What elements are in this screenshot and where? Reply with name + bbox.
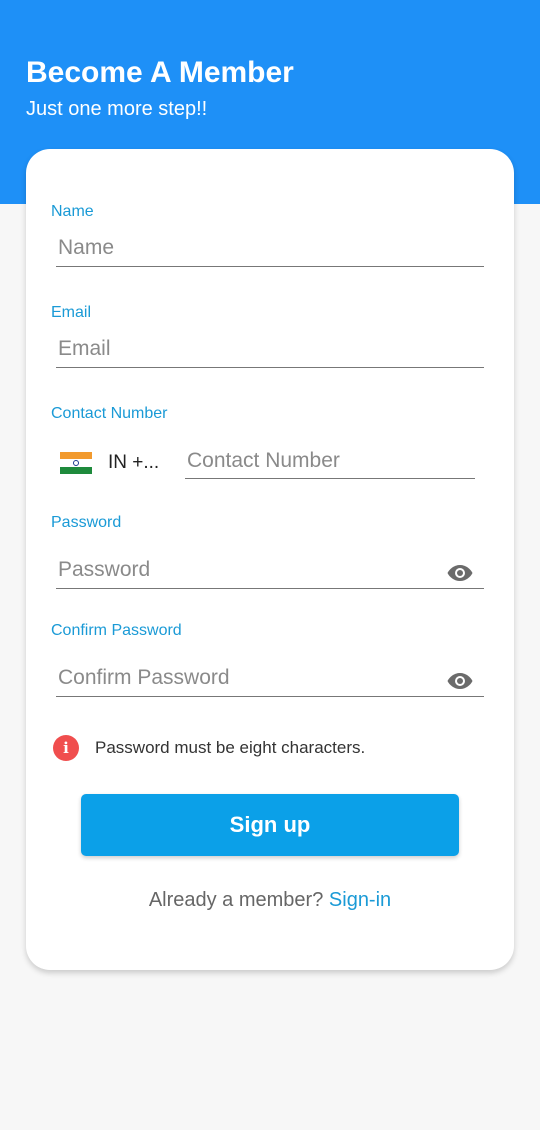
page-title: Become A Member [26,56,294,89]
signin-link[interactable]: Sign-in [329,889,391,911]
country-code-label: IN +... [108,452,160,473]
india-flag-icon [60,452,92,474]
name-label: Name [51,203,94,220]
signup-button[interactable]: Sign up [81,794,459,856]
signin-prompt: Already a member? [148,889,324,911]
confirm-password-label: Confirm Password [51,622,182,639]
contact-number-input[interactable] [185,443,475,479]
confirm-password-input[interactable] [56,659,484,697]
eye-icon[interactable] [446,667,474,695]
contact-label: Contact Number [51,405,168,422]
password-input[interactable] [56,551,484,589]
email-input[interactable] [56,330,484,368]
name-input[interactable] [56,229,484,267]
signin-row: Already a member? Sign-in [26,889,514,912]
signup-card: Name Email Contact Number IN +... Passwo… [26,149,514,970]
country-code-picker[interactable]: IN +... [60,445,159,481]
email-label: Email [51,304,92,321]
eye-icon[interactable] [446,559,474,587]
page-subtitle: Just one more step!! [26,98,208,120]
password-hint: i Password must be eight characters. [53,735,365,761]
info-icon: i [53,735,79,761]
password-label: Password [51,514,122,531]
password-hint-text: Password must be eight characters. [95,738,366,757]
